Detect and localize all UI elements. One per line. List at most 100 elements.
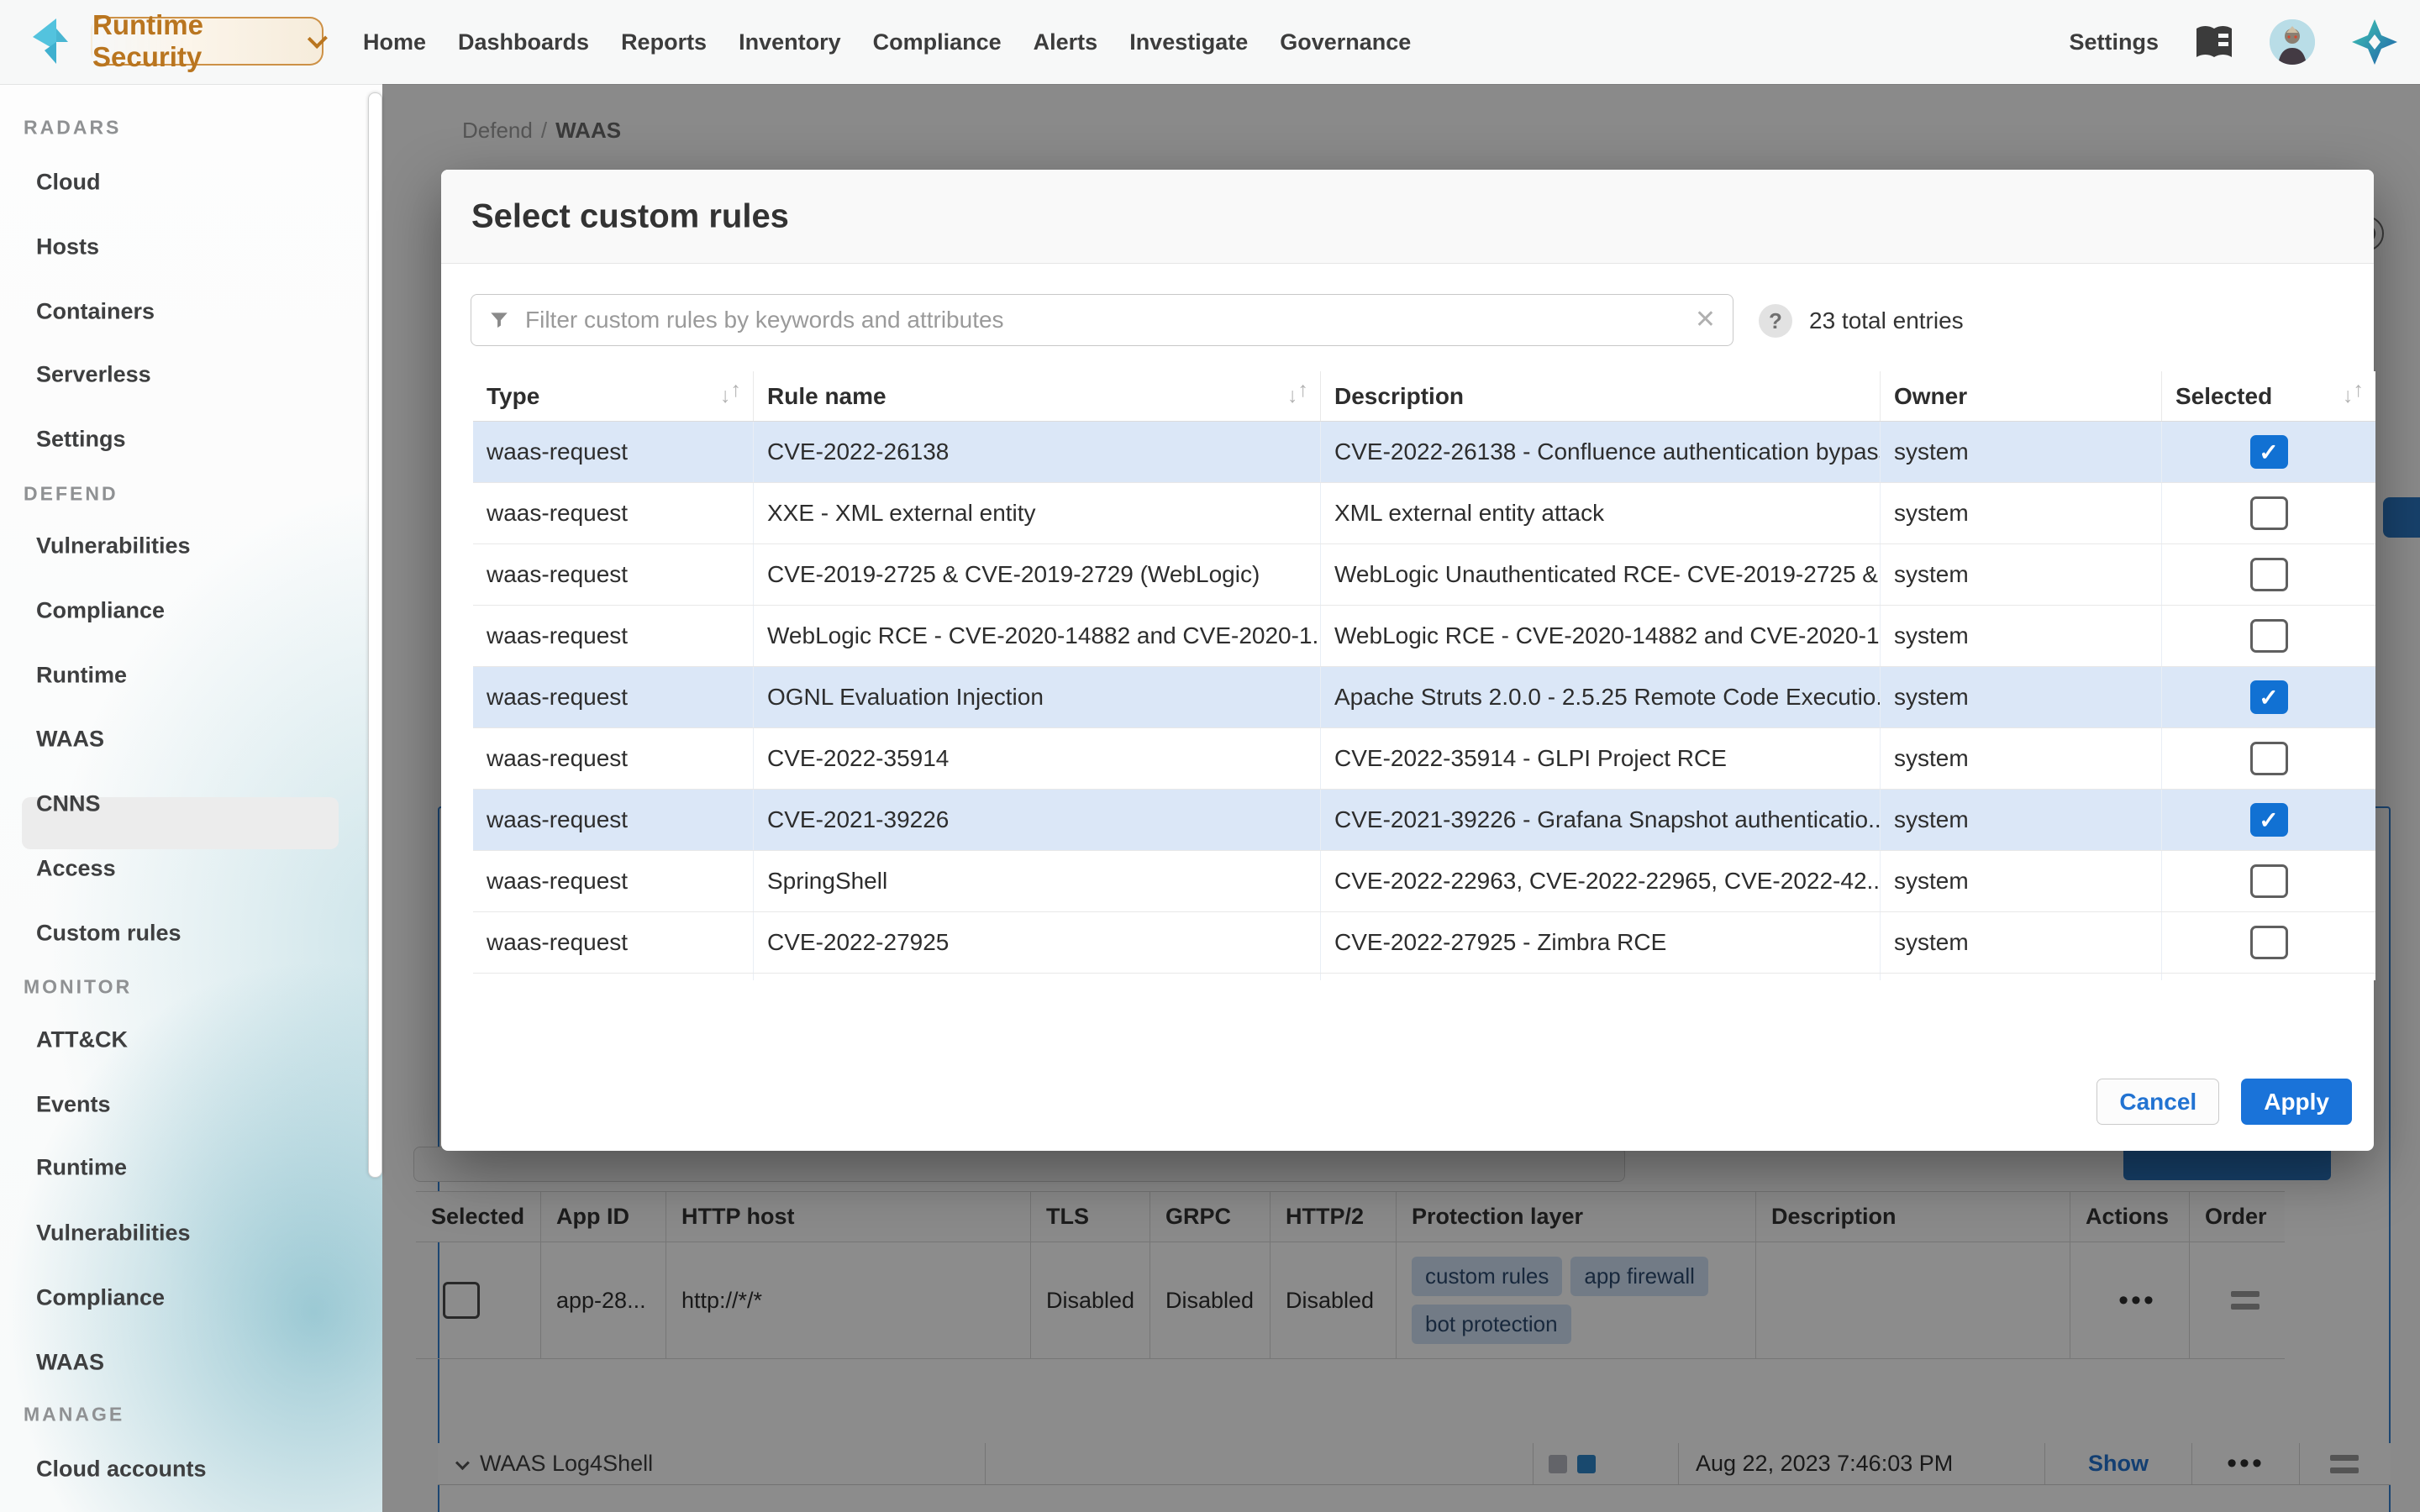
apply-button[interactable]: Apply xyxy=(2241,1079,2352,1125)
rule-checkbox[interactable] xyxy=(2250,926,2288,959)
nav-home[interactable]: Home xyxy=(363,29,426,55)
select-custom-rules-modal: Select custom rules ✕ ? 23 total entries… xyxy=(441,170,2374,1151)
cell-rule-name: CVE-2019-2725 & CVE-2019-2729 (WebLogic) xyxy=(754,544,1321,605)
filter-box: ✕ xyxy=(471,294,1733,346)
rule-table-row[interactable]: waas-request CVE-2021-39226 CVE-2021-392… xyxy=(473,790,2375,851)
cancel-button[interactable]: Cancel xyxy=(2096,1079,2219,1125)
cell-rule-name: CVE-2022-27925 xyxy=(754,912,1321,973)
product-switcher[interactable]: Runtime Security xyxy=(91,17,324,66)
cell-type: waas-request xyxy=(473,851,754,911)
sidebar-item-containers[interactable]: Containers xyxy=(36,299,155,325)
rule-table-row[interactable]: waas-request CVE-2022-26138 CVE-2022-261… xyxy=(473,422,2375,483)
nav-dashboards[interactable]: Dashboards xyxy=(458,29,589,55)
rule-table-row-partial[interactable] xyxy=(473,974,2375,980)
sidebar-item-settings[interactable]: Settings xyxy=(36,427,126,453)
documentation-book-icon[interactable] xyxy=(2194,24,2234,60)
rule-table-row[interactable]: waas-request XXE - XML external entity X… xyxy=(473,483,2375,544)
prisma-cloud-logo-icon[interactable] xyxy=(2350,18,2399,66)
rule-table-row[interactable]: waas-request WebLogic RCE - CVE-2020-148… xyxy=(473,606,2375,667)
nav-compliance[interactable]: Compliance xyxy=(873,29,1002,55)
nav-alerts[interactable]: Alerts xyxy=(1034,29,1098,55)
cell-description: XML external entity attack xyxy=(1321,483,1881,543)
cell-owner: system xyxy=(1881,483,2162,543)
sidebar-item-waas-monitor[interactable]: WAAS xyxy=(36,1350,104,1376)
sidebar-item-compliance-monitor[interactable]: Compliance xyxy=(36,1285,165,1311)
col-selected[interactable]: Selected ↓↑ xyxy=(2162,371,2375,421)
topbar-right-cluster: Settings xyxy=(2069,0,2399,84)
cell-description: CVE-2022-27925 - Zimbra RCE xyxy=(1321,912,1881,973)
col-description[interactable]: Description xyxy=(1321,371,1881,421)
cell-type: waas-request xyxy=(473,912,754,973)
cell-owner: system xyxy=(1881,422,2162,482)
cell-type: waas-request xyxy=(473,667,754,727)
avatar-illustration xyxy=(2270,19,2315,65)
cell-description: Apache Struts 2.0.0 - 2.5.25 Remote Code… xyxy=(1321,667,1881,727)
col-selected-label: Selected xyxy=(2175,383,2272,410)
nav-investigate[interactable]: Investigate xyxy=(1129,29,1248,55)
cell-rule-name: WebLogic RCE - CVE-2020-14882 and CVE-20… xyxy=(754,606,1321,666)
rule-checkbox[interactable] xyxy=(2250,435,2288,469)
sidebar-item-runtime-monitor[interactable]: Runtime xyxy=(36,1155,127,1181)
chevron-down-icon xyxy=(307,29,327,49)
sidebar-item-access[interactable]: Access xyxy=(36,856,116,882)
sidebar-section-manage: MANAGE xyxy=(24,1404,124,1426)
sidebar-section-monitor: MONITOR xyxy=(24,976,132,999)
col-rule-name[interactable]: Rule name ↓↑ xyxy=(754,371,1321,421)
sidebar-item-waas-active[interactable]: WAAS xyxy=(36,727,104,753)
sidebar-item-vulnerabilities-monitor[interactable]: Vulnerabilities xyxy=(36,1221,191,1247)
sort-icon[interactable]: ↓↑ xyxy=(720,384,741,408)
sidebar-item-cloud-accounts[interactable]: Cloud accounts xyxy=(36,1457,207,1483)
col-type[interactable]: Type ↓↑ xyxy=(473,371,754,421)
rule-table-row[interactable]: waas-request CVE-2022-35914 CVE-2022-359… xyxy=(473,728,2375,790)
filter-funnel-icon xyxy=(488,309,510,331)
col-owner[interactable]: Owner xyxy=(1881,371,2162,421)
cell-owner: system xyxy=(1881,912,2162,973)
rule-checkbox[interactable] xyxy=(2250,558,2288,591)
sidebar-section-defend: DEFEND xyxy=(24,483,118,506)
sidebar-item-serverless[interactable]: Serverless xyxy=(36,362,151,388)
nav-settings[interactable]: Settings xyxy=(2069,29,2159,55)
user-avatar[interactable] xyxy=(2270,19,2315,65)
sidebar-item-runtime[interactable]: Runtime xyxy=(36,663,127,689)
rule-table-row[interactable]: waas-request SpringShell CVE-2022-22963,… xyxy=(473,851,2375,912)
cell-owner: system xyxy=(1881,544,2162,605)
nav-inventory[interactable]: Inventory xyxy=(739,29,841,55)
sidebar-item-events[interactable]: Events xyxy=(36,1092,111,1118)
sidebar-item-cloud[interactable]: Cloud xyxy=(36,170,100,196)
sidebar-item-compliance[interactable]: Compliance xyxy=(36,598,165,624)
sidebar-item-custom-rules[interactable]: Custom rules xyxy=(36,921,182,947)
sidebar-item-hosts[interactable]: Hosts xyxy=(36,234,99,260)
rule-table-row[interactable]: waas-request CVE-2019-2725 & CVE-2019-27… xyxy=(473,544,2375,606)
rule-checkbox[interactable] xyxy=(2250,619,2288,653)
sort-icon[interactable]: ↓↑ xyxy=(1287,384,1308,408)
filter-input[interactable] xyxy=(523,306,1681,334)
rule-checkbox[interactable] xyxy=(2250,496,2288,530)
nav-governance[interactable]: Governance xyxy=(1280,29,1411,55)
rule-table-row[interactable]: waas-request OGNL Evaluation Injection A… xyxy=(473,667,2375,728)
clear-filter-icon[interactable]: ✕ xyxy=(1695,307,1716,333)
nav-reports[interactable]: Reports xyxy=(621,29,707,55)
cell-rule-name: CVE-2021-39226 xyxy=(754,790,1321,850)
rule-table-row[interactable]: waas-request CVE-2022-27925 CVE-2022-279… xyxy=(473,912,2375,974)
cell-description: CVE-2022-22963, CVE-2022-22965, CVE-2022… xyxy=(1321,851,1881,911)
cell-description: WebLogic RCE - CVE-2020-14882 and CVE-20… xyxy=(1321,606,1881,666)
sidebar-item-vulnerabilities[interactable]: Vulnerabilities xyxy=(36,533,191,559)
sidebar-item-cnns[interactable]: CNNS xyxy=(36,791,101,817)
rule-checkbox[interactable] xyxy=(2250,742,2288,775)
filter-help-icon[interactable]: ? xyxy=(1759,304,1792,338)
total-entries-label: 23 total entries xyxy=(1809,307,1964,334)
sidebar-item-attck[interactable]: ATT&CK xyxy=(36,1027,128,1053)
cell-rule-name: CVE-2022-35914 xyxy=(754,728,1321,789)
cell-description: WebLogic Unauthenticated RCE- CVE-2019-2… xyxy=(1321,544,1881,605)
sort-icon[interactable]: ↓↑ xyxy=(2343,384,2364,408)
rule-checkbox[interactable] xyxy=(2250,680,2288,714)
sidebar-scrollbar-thumb[interactable] xyxy=(368,92,382,1178)
cell-owner: system xyxy=(1881,728,2162,789)
cell-type: waas-request xyxy=(473,790,754,850)
rule-checkbox[interactable] xyxy=(2250,803,2288,837)
rule-checkbox[interactable] xyxy=(2250,864,2288,898)
cell-owner: system xyxy=(1881,606,2162,666)
cell-description: CVE-2022-35914 - GLPI Project RCE xyxy=(1321,728,1881,789)
app-window: Defend/WAAS ? Selected App ID HTTP hos xyxy=(0,0,2420,1512)
cell-description: CVE-2022-26138 - Confluence authenticati… xyxy=(1321,422,1881,482)
